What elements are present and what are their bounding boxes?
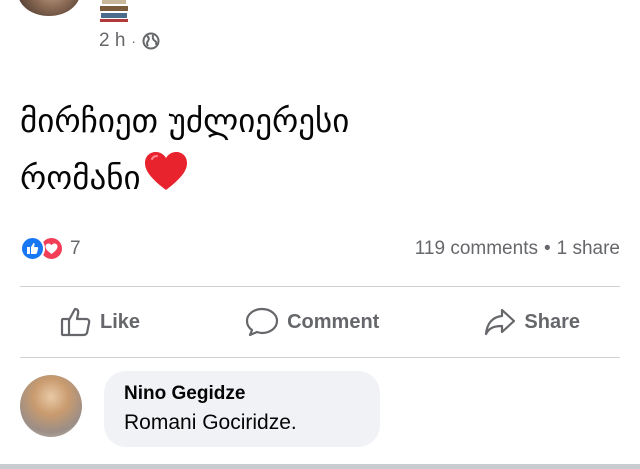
comment-button[interactable]: Comment bbox=[205, 307, 419, 337]
divider-bottom bbox=[20, 357, 620, 358]
comment-bubble-icon bbox=[245, 307, 279, 337]
comment-label: Comment bbox=[287, 310, 380, 333]
thumbs-up-icon bbox=[60, 307, 91, 337]
engagement-counts: 119 comments • 1 share bbox=[415, 238, 620, 260]
post-timestamp[interactable]: 2 h bbox=[99, 30, 125, 52]
post-text-line-2: რომანი bbox=[20, 158, 141, 197]
comment-bubble: Nino Gegidze Romani Gociridze. bbox=[104, 371, 380, 447]
post-text-line-1: მირჩიეთ უძლიერესი bbox=[20, 101, 350, 140]
post-meta: 2 h · bbox=[99, 30, 160, 52]
shares-count-link[interactable]: 1 share bbox=[557, 238, 620, 260]
heart-icon bbox=[143, 150, 189, 209]
post-body: მირჩიეთ უძლიერესი რომანი bbox=[20, 92, 580, 209]
comments-count-link[interactable]: 119 comments bbox=[415, 238, 538, 260]
comment-text: Romani Gociridze. bbox=[124, 411, 297, 434]
commenter-avatar[interactable] bbox=[20, 375, 82, 437]
like-reaction-icon bbox=[20, 236, 45, 261]
comment-item: Nino Gegidze Romani Gociridze. bbox=[20, 371, 380, 447]
post-action-bar: Like Comment Share bbox=[20, 290, 620, 354]
divider-top bbox=[20, 286, 620, 287]
poster-avatar[interactable] bbox=[18, 0, 80, 16]
meta-separator: · bbox=[131, 33, 137, 49]
like-label: Like bbox=[100, 310, 141, 333]
engagement-separator: • bbox=[543, 238, 551, 259]
post-text-line-2-wrap: რომანი bbox=[20, 149, 580, 209]
books-icon bbox=[100, 0, 128, 22]
share-button[interactable]: Share bbox=[444, 308, 620, 336]
reactions-summary[interactable]: 7 bbox=[20, 236, 81, 261]
comment-author-name[interactable]: Nino Gegidze bbox=[124, 383, 360, 405]
reaction-count: 7 bbox=[70, 237, 81, 259]
globe-icon bbox=[142, 32, 160, 50]
share-arrow-icon bbox=[485, 308, 516, 336]
share-label: Share bbox=[524, 310, 580, 333]
like-button[interactable]: Like bbox=[20, 307, 180, 337]
bottom-divider bbox=[0, 464, 640, 469]
